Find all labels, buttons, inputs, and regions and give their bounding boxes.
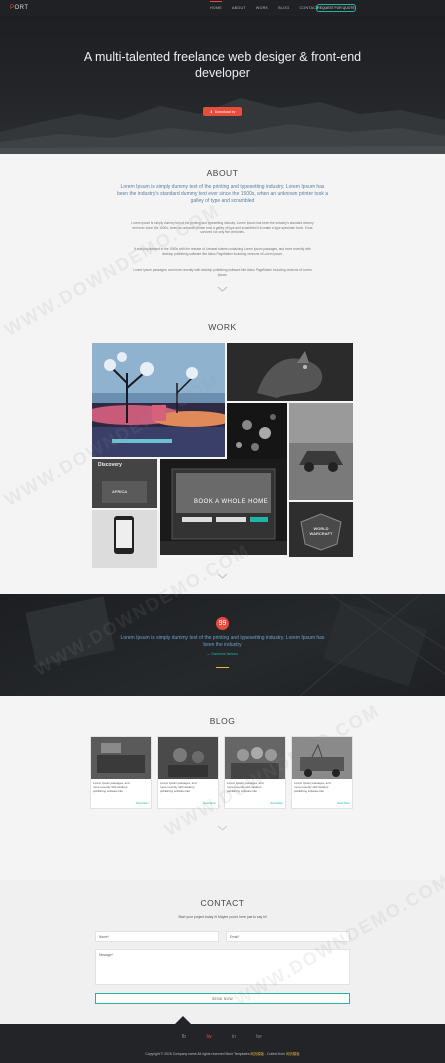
hero-section: A multi-talented freelance web desiger &…: [0, 16, 445, 154]
blog-card[interactable]: Lorem Ipsum passages, and more recently …: [157, 736, 219, 809]
dragon-image: [227, 343, 353, 401]
main-menu: HOME ABOUT WORK BLOG CONTACT: [210, 0, 319, 16]
name-field[interactable]: Name*: [95, 931, 219, 942]
about-title: ABOUT: [206, 168, 239, 178]
download-icon: ⬇: [209, 109, 213, 114]
testimonial-section: 99 Lorem Ipsum is simply dummy text of t…: [0, 594, 445, 696]
nav-blog[interactable]: BLOG: [278, 3, 289, 13]
footer: fb tw in be Copyright © 2015 Company nam…: [0, 1016, 445, 1063]
hero-title: A multi-talented freelance web desiger &…: [83, 50, 362, 80]
top-navbar: PORT HOME ABOUT WORK BLOG CONTACT REQUES…: [0, 0, 445, 16]
phone-image: [92, 510, 157, 568]
blog-card[interactable]: Lorem Ipsum passages, and more recently …: [90, 736, 152, 809]
blog-card-image: [225, 737, 285, 779]
quote-icon: 99: [216, 617, 229, 630]
read-more-link[interactable]: Read More: [337, 802, 350, 805]
blog-title: BLOG: [209, 716, 236, 726]
warcraft-label: WORLD WARCRAFT: [309, 526, 333, 536]
blog-card[interactable]: Lorem Ipsum passages, and more recently …: [224, 736, 286, 809]
blog-card[interactable]: Lorem Ipsum passages, and more recently …: [291, 736, 353, 809]
contact-subtitle: Start your project today ✉ Maybe you're …: [178, 915, 267, 919]
chevron-down-icon[interactable]: [216, 285, 229, 293]
chevron-down-icon[interactable]: [216, 572, 229, 580]
portfolio-tile-4[interactable]: [289, 403, 353, 500]
contact-section: CONTACT Start your project today ✉ Maybe…: [0, 880, 445, 1024]
blog-card-image: [292, 737, 352, 779]
blog-card-text: Lorem Ipsum passages, and more recently …: [294, 781, 331, 793]
nav-about[interactable]: ABOUT: [232, 3, 246, 13]
request-quote-button[interactable]: REQUEST FOR QUOTE: [316, 4, 356, 12]
mountain-backdrop: [0, 98, 445, 154]
flowers-image: [227, 403, 287, 463]
blog-card-image: [91, 737, 151, 779]
collect-link[interactable]: 网页模板: [286, 1052, 300, 1056]
nav-home[interactable]: HOME: [210, 1, 222, 13]
blog-card-text: Lorem Ipsum passages, and more recently …: [93, 781, 130, 793]
book-home-label: BOOK A WHOLE HOME: [194, 499, 269, 505]
chevron-down-icon[interactable]: [216, 824, 229, 832]
quote-author: — Someone famous: [207, 652, 238, 656]
read-more-link[interactable]: Read More: [203, 802, 216, 805]
car-image: [289, 403, 353, 500]
nav-work[interactable]: WORK: [256, 3, 268, 13]
work-title: WORK: [208, 322, 237, 332]
copyright-text: Copyright © 2015 Company name All rights…: [0, 1051, 445, 1056]
portfolio-tile-2[interactable]: [227, 343, 353, 401]
linkedin-icon[interactable]: in: [230, 1034, 238, 1040]
logo[interactable]: PORT: [10, 5, 29, 11]
templates-link[interactable]: 网页模板: [250, 1052, 264, 1056]
portfolio-tile-8[interactable]: WORLD WARCRAFT: [289, 502, 353, 557]
work-section: WORK Discovery AFRICA BOOK A WHOLE HOME …: [0, 310, 445, 594]
read-more-link[interactable]: Read More: [136, 802, 149, 805]
read-more-link[interactable]: Read More: [270, 802, 283, 805]
africa-label: AFRICA: [112, 489, 128, 494]
email-field[interactable]: Email*: [226, 931, 350, 942]
more-templates-text: More Templates: [225, 1052, 251, 1056]
collect-from-text: - Collect from: [264, 1052, 287, 1056]
portfolio-tile-7[interactable]: [92, 510, 157, 568]
portfolio-tile-1[interactable]: [92, 343, 225, 457]
discovery-label: Discovery: [98, 462, 122, 468]
portfolio-tile-5[interactable]: Discovery AFRICA: [92, 459, 157, 508]
about-paragraph-2: It was popularised in the 1960s with the…: [134, 247, 311, 256]
quote-text: Lorem Ipsum is simply dummy text of the …: [120, 635, 325, 648]
blog-card-image: [158, 737, 218, 779]
about-paragraph-3: Lorem Ipsum passages, and more recently …: [133, 268, 312, 277]
footer-notch: [175, 1016, 191, 1024]
send-button[interactable]: SEND NOW: [95, 993, 350, 1004]
about-paragraph-1: Lorem Ipsum is simply dummy text of the …: [131, 221, 314, 235]
copyright-main: Copyright © 2015 Company name All rights…: [145, 1052, 226, 1056]
behance-icon[interactable]: be: [255, 1034, 263, 1040]
message-field[interactable]: Message*: [95, 949, 350, 985]
twitter-icon[interactable]: tw: [205, 1034, 213, 1040]
about-section: ABOUT Lorem Ipsum is simply dummy text o…: [0, 154, 445, 310]
portfolio-tile-6[interactable]: BOOK A WHOLE HOME: [160, 459, 287, 555]
download-cv-button[interactable]: ⬇ Download cv: [203, 107, 242, 116]
contact-title: CONTACT: [200, 898, 245, 908]
blog-card-text: Lorem Ipsum passages, and more recently …: [227, 781, 264, 793]
laptop-image: [160, 459, 287, 555]
blog-section: BLOG Lorem Ipsum passages, and more rece…: [0, 696, 445, 880]
blog-card-text: Lorem Ipsum passages, and more recently …: [160, 781, 197, 793]
social-links: fb tw in be: [180, 1034, 263, 1040]
quote-divider: [216, 667, 229, 668]
about-lead: Lorem Ipsum is simply dummy text of the …: [116, 184, 329, 204]
facebook-icon[interactable]: fb: [180, 1034, 188, 1040]
illustration-image: [92, 343, 225, 457]
portfolio-tile-3[interactable]: [227, 403, 287, 463]
download-cv-label: Download cv: [214, 109, 236, 114]
